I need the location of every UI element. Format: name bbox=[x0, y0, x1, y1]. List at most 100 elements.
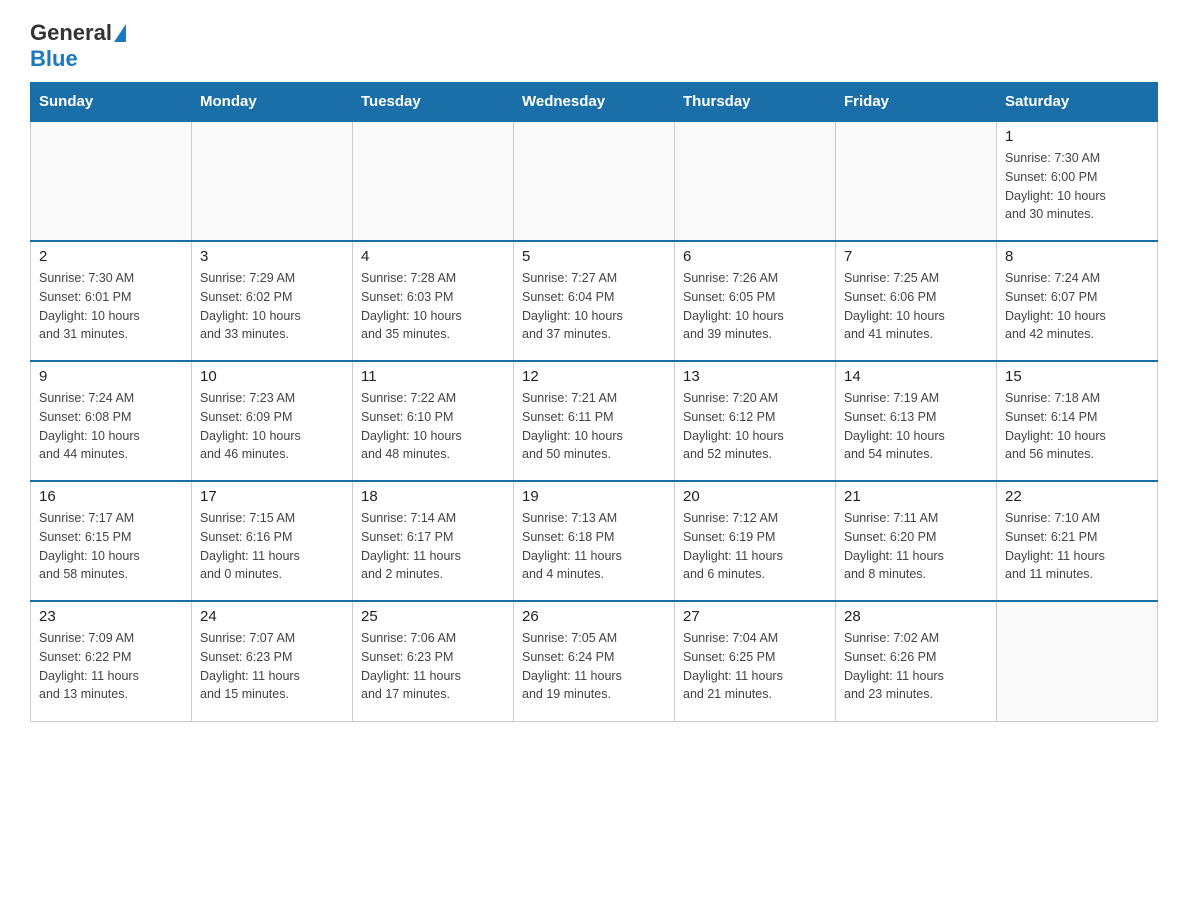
day-number: 26 bbox=[522, 608, 666, 625]
calendar-table: SundayMondayTuesdayWednesdayThursdayFrid… bbox=[30, 82, 1158, 722]
day-info: Sunrise: 7:23 AM Sunset: 6:09 PM Dayligh… bbox=[200, 389, 344, 464]
day-number: 22 bbox=[1005, 488, 1149, 505]
logo-general-text: General bbox=[30, 20, 112, 46]
day-number: 1 bbox=[1005, 128, 1149, 145]
day-number: 11 bbox=[361, 368, 505, 385]
day-number: 15 bbox=[1005, 368, 1149, 385]
week-row-4: 16 Sunrise: 7:17 AM Sunset: 6:15 PM Dayli… bbox=[31, 481, 1158, 601]
day-number: 2 bbox=[39, 248, 183, 265]
day-info: Sunrise: 7:13 AM Sunset: 6:18 PM Dayligh… bbox=[522, 509, 666, 584]
day-info: Sunrise: 7:09 AM Sunset: 6:22 PM Dayligh… bbox=[39, 629, 183, 704]
weekday-header-monday: Monday bbox=[192, 83, 353, 122]
day-info: Sunrise: 7:06 AM Sunset: 6:23 PM Dayligh… bbox=[361, 629, 505, 704]
calendar-cell: 18 Sunrise: 7:14 AM Sunset: 6:17 PM Dayli… bbox=[353, 481, 514, 601]
calendar-cell bbox=[997, 601, 1158, 721]
calendar-cell: 17 Sunrise: 7:15 AM Sunset: 6:16 PM Dayli… bbox=[192, 481, 353, 601]
day-number: 12 bbox=[522, 368, 666, 385]
day-number: 28 bbox=[844, 608, 988, 625]
calendar-cell: 2 Sunrise: 7:30 AM Sunset: 6:01 PM Daylig… bbox=[31, 241, 192, 361]
day-info: Sunrise: 7:30 AM Sunset: 6:01 PM Dayligh… bbox=[39, 269, 183, 344]
logo-triangle-icon bbox=[114, 24, 126, 42]
calendar-cell: 6 Sunrise: 7:26 AM Sunset: 6:05 PM Daylig… bbox=[675, 241, 836, 361]
day-number: 20 bbox=[683, 488, 827, 505]
calendar-cell bbox=[353, 121, 514, 241]
calendar-cell: 19 Sunrise: 7:13 AM Sunset: 6:18 PM Dayli… bbox=[514, 481, 675, 601]
weekday-header-friday: Friday bbox=[836, 83, 997, 122]
day-info: Sunrise: 7:05 AM Sunset: 6:24 PM Dayligh… bbox=[522, 629, 666, 704]
day-info: Sunrise: 7:29 AM Sunset: 6:02 PM Dayligh… bbox=[200, 269, 344, 344]
day-info: Sunrise: 7:15 AM Sunset: 6:16 PM Dayligh… bbox=[200, 509, 344, 584]
calendar-cell: 14 Sunrise: 7:19 AM Sunset: 6:13 PM Dayli… bbox=[836, 361, 997, 481]
day-info: Sunrise: 7:30 AM Sunset: 6:00 PM Dayligh… bbox=[1005, 149, 1149, 224]
day-info: Sunrise: 7:28 AM Sunset: 6:03 PM Dayligh… bbox=[361, 269, 505, 344]
day-info: Sunrise: 7:27 AM Sunset: 6:04 PM Dayligh… bbox=[522, 269, 666, 344]
calendar-cell: 26 Sunrise: 7:05 AM Sunset: 6:24 PM Dayli… bbox=[514, 601, 675, 721]
day-number: 9 bbox=[39, 368, 183, 385]
day-info: Sunrise: 7:17 AM Sunset: 6:15 PM Dayligh… bbox=[39, 509, 183, 584]
calendar-cell bbox=[31, 121, 192, 241]
calendar-cell: 12 Sunrise: 7:21 AM Sunset: 6:11 PM Dayli… bbox=[514, 361, 675, 481]
logo: General Blue bbox=[30, 20, 128, 72]
week-row-1: 1 Sunrise: 7:30 AM Sunset: 6:00 PM Daylig… bbox=[31, 121, 1158, 241]
calendar-cell bbox=[514, 121, 675, 241]
week-row-2: 2 Sunrise: 7:30 AM Sunset: 6:01 PM Daylig… bbox=[31, 241, 1158, 361]
day-number: 25 bbox=[361, 608, 505, 625]
calendar-cell: 16 Sunrise: 7:17 AM Sunset: 6:15 PM Dayli… bbox=[31, 481, 192, 601]
calendar-cell: 9 Sunrise: 7:24 AM Sunset: 6:08 PM Daylig… bbox=[31, 361, 192, 481]
day-number: 13 bbox=[683, 368, 827, 385]
weekday-header-tuesday: Tuesday bbox=[353, 83, 514, 122]
day-number: 4 bbox=[361, 248, 505, 265]
day-number: 3 bbox=[200, 248, 344, 265]
day-info: Sunrise: 7:14 AM Sunset: 6:17 PM Dayligh… bbox=[361, 509, 505, 584]
weekday-header-row: SundayMondayTuesdayWednesdayThursdayFrid… bbox=[31, 83, 1158, 122]
day-number: 21 bbox=[844, 488, 988, 505]
week-row-5: 23 Sunrise: 7:09 AM Sunset: 6:22 PM Dayli… bbox=[31, 601, 1158, 721]
logo-blue-text: Blue bbox=[30, 46, 78, 72]
weekday-header-thursday: Thursday bbox=[675, 83, 836, 122]
day-info: Sunrise: 7:21 AM Sunset: 6:11 PM Dayligh… bbox=[522, 389, 666, 464]
calendar-cell: 27Sunrise: 7:04 AM Sunset: 6:25 PM Dayli… bbox=[675, 601, 836, 721]
calendar-cell: 3 Sunrise: 7:29 AM Sunset: 6:02 PM Daylig… bbox=[192, 241, 353, 361]
weekday-header-wednesday: Wednesday bbox=[514, 83, 675, 122]
day-info: Sunrise: 7:24 AM Sunset: 6:07 PM Dayligh… bbox=[1005, 269, 1149, 344]
calendar-cell bbox=[192, 121, 353, 241]
weekday-header-sunday: Sunday bbox=[31, 83, 192, 122]
day-info: Sunrise: 7:24 AM Sunset: 6:08 PM Dayligh… bbox=[39, 389, 183, 464]
day-number: 18 bbox=[361, 488, 505, 505]
page-header: General Blue bbox=[30, 20, 1158, 72]
day-info: Sunrise: 7:19 AM Sunset: 6:13 PM Dayligh… bbox=[844, 389, 988, 464]
day-info: Sunrise: 7:12 AM Sunset: 6:19 PM Dayligh… bbox=[683, 509, 827, 584]
day-info: Sunrise: 7:22 AM Sunset: 6:10 PM Dayligh… bbox=[361, 389, 505, 464]
day-number: 5 bbox=[522, 248, 666, 265]
calendar-cell: 24Sunrise: 7:07 AM Sunset: 6:23 PM Dayli… bbox=[192, 601, 353, 721]
calendar-cell: 21 Sunrise: 7:11 AM Sunset: 6:20 PM Dayli… bbox=[836, 481, 997, 601]
calendar-cell: 5 Sunrise: 7:27 AM Sunset: 6:04 PM Daylig… bbox=[514, 241, 675, 361]
calendar-cell bbox=[836, 121, 997, 241]
day-number: 6 bbox=[683, 248, 827, 265]
day-info: Sunrise: 7:18 AM Sunset: 6:14 PM Dayligh… bbox=[1005, 389, 1149, 464]
calendar-cell: 8 Sunrise: 7:24 AM Sunset: 6:07 PM Daylig… bbox=[997, 241, 1158, 361]
day-number: 17 bbox=[200, 488, 344, 505]
calendar-cell: 4 Sunrise: 7:28 AM Sunset: 6:03 PM Daylig… bbox=[353, 241, 514, 361]
day-number: 23 bbox=[39, 608, 183, 625]
day-number: 19 bbox=[522, 488, 666, 505]
day-number: 27 bbox=[683, 608, 827, 625]
calendar-cell bbox=[675, 121, 836, 241]
day-number: 16 bbox=[39, 488, 183, 505]
day-number: 7 bbox=[844, 248, 988, 265]
day-number: 8 bbox=[1005, 248, 1149, 265]
day-info: Sunrise: 7:11 AM Sunset: 6:20 PM Dayligh… bbox=[844, 509, 988, 584]
day-info: Sunrise: 7:25 AM Sunset: 6:06 PM Dayligh… bbox=[844, 269, 988, 344]
day-info: Sunrise: 7:26 AM Sunset: 6:05 PM Dayligh… bbox=[683, 269, 827, 344]
calendar-cell: 22 Sunrise: 7:10 AM Sunset: 6:21 PM Dayli… bbox=[997, 481, 1158, 601]
day-info: Sunrise: 7:02 AM Sunset: 6:26 PM Dayligh… bbox=[844, 629, 988, 704]
calendar-cell: 11 Sunrise: 7:22 AM Sunset: 6:10 PM Dayli… bbox=[353, 361, 514, 481]
calendar-cell: 13Sunrise: 7:20 AM Sunset: 6:12 PM Dayli… bbox=[675, 361, 836, 481]
weekday-header-saturday: Saturday bbox=[997, 83, 1158, 122]
calendar-cell: 25 Sunrise: 7:06 AM Sunset: 6:23 PM Dayli… bbox=[353, 601, 514, 721]
calendar-cell: 1 Sunrise: 7:30 AM Sunset: 6:00 PM Daylig… bbox=[997, 121, 1158, 241]
day-number: 14 bbox=[844, 368, 988, 385]
calendar-cell: 23 Sunrise: 7:09 AM Sunset: 6:22 PM Dayli… bbox=[31, 601, 192, 721]
day-info: Sunrise: 7:10 AM Sunset: 6:21 PM Dayligh… bbox=[1005, 509, 1149, 584]
day-info: Sunrise: 7:07 AM Sunset: 6:23 PM Dayligh… bbox=[200, 629, 344, 704]
